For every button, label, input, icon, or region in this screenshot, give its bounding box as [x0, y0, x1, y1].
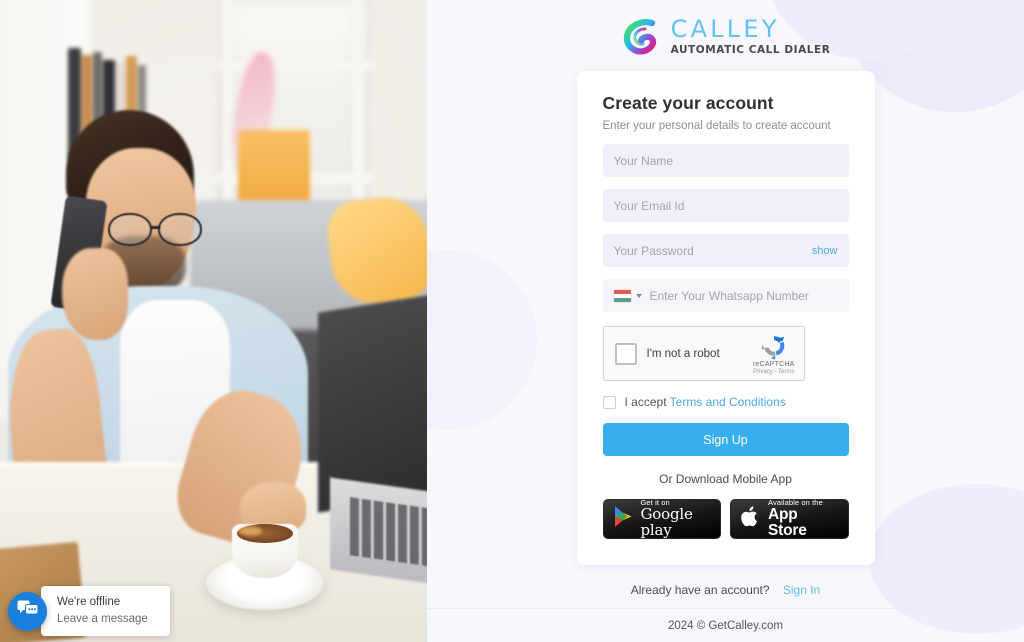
page-title: Create your account: [602, 93, 774, 113]
photo-glasses-left: [108, 213, 152, 246]
footer-copyright: 2024 © GetCalley.com: [667, 619, 783, 632]
whatsapp-field[interactable]: [602, 279, 849, 312]
name-field[interactable]: [602, 144, 849, 177]
whatsapp-input[interactable]: [649, 279, 838, 312]
brand-name: CALLEY: [670, 14, 780, 43]
accept-terms-label: I accept Terms and Conditions: [625, 395, 786, 409]
accept-terms-prefix: I accept: [624, 395, 667, 409]
brand-tagline: AUTOMATIC CALL DIALER: [670, 43, 831, 56]
google-play-badge[interactable]: Get it on Google play: [602, 499, 721, 539]
name-input[interactable]: [613, 144, 838, 177]
signup-pane: CALLEY AUTOMATIC CALL DIALER Create your…: [427, 0, 1024, 642]
recaptcha-logo-icon: [760, 332, 788, 360]
chevron-down-icon: [635, 293, 642, 298]
photo-hand-holding-phone: [62, 248, 128, 340]
page-subtitle: Enter your personal details to create ac…: [602, 120, 831, 132]
terms-row: I accept Terms and Conditions: [602, 395, 849, 409]
chat-status-title: We're offline: [57, 596, 121, 609]
chat-message-panel[interactable]: We're offline Leave a message: [41, 586, 170, 636]
terms-and-conditions-link[interactable]: Terms and Conditions: [670, 395, 786, 409]
password-field[interactable]: show: [602, 234, 849, 267]
app-store-badge-title: App Store: [768, 505, 807, 539]
signin-question: Already have an account?: [630, 583, 770, 597]
recaptcha-checkbox[interactable]: [614, 342, 637, 365]
photo-shelf-board: [215, 60, 375, 70]
chat-toggle-button[interactable]: [8, 591, 47, 631]
recaptcha-brand-name: reCAPTCHA: [753, 361, 795, 368]
download-app-label: Or Download Mobile App: [659, 472, 792, 486]
signin-link[interactable]: Sign In: [783, 583, 820, 597]
hero-photo-pane: We're offline Leave a message: [0, 0, 427, 642]
footer: 2024 © GetCalley.com: [427, 608, 1024, 642]
app-store-badge[interactable]: Available on the App Store: [730, 498, 849, 539]
signup-button[interactable]: Sign Up: [602, 423, 849, 456]
recaptcha-widget[interactable]: I'm not a robot reCAPTCHA Privacy - Term…: [602, 326, 805, 381]
password-input[interactable]: [613, 234, 804, 267]
photo-coffee-foam: [238, 526, 262, 536]
chat-status-subtitle: Leave a message: [57, 612, 148, 625]
signin-row: Already have an account? Sign In: [631, 583, 820, 597]
recaptcha-branding: reCAPTCHA Privacy - Terms: [753, 332, 794, 375]
photo-glasses-bridge: [151, 226, 160, 229]
apple-icon: [740, 505, 761, 534]
recaptcha-label: I'm not a robot: [646, 347, 720, 360]
show-password-toggle[interactable]: show: [812, 245, 838, 257]
signup-page: We're offline Leave a message CALLEY AUT…: [0, 0, 1024, 642]
chat-widget[interactable]: We're offline Leave a message: [8, 586, 170, 636]
email-field[interactable]: [602, 189, 849, 222]
country-selector[interactable]: [613, 289, 642, 302]
google-play-icon: [613, 505, 634, 533]
recaptcha-terms[interactable]: Privacy - Terms: [753, 369, 794, 375]
photo-glasses-right: [158, 213, 202, 246]
accept-terms-checkbox[interactable]: [602, 395, 616, 409]
google-play-badge-title: Google play: [640, 505, 693, 539]
brand-header: CALLEY AUTOMATIC CALL DIALER: [621, 16, 831, 56]
email-input[interactable]: [613, 189, 838, 222]
flag-icon: [613, 289, 631, 302]
signup-card: Create your account Enter your personal …: [576, 71, 875, 565]
calley-c-logo-icon: [621, 16, 661, 56]
hero-photo: [0, 0, 427, 642]
chat-bubbles-icon: [17, 600, 39, 623]
app-store-badges: Get it on Google play Available on the A…: [602, 498, 849, 539]
